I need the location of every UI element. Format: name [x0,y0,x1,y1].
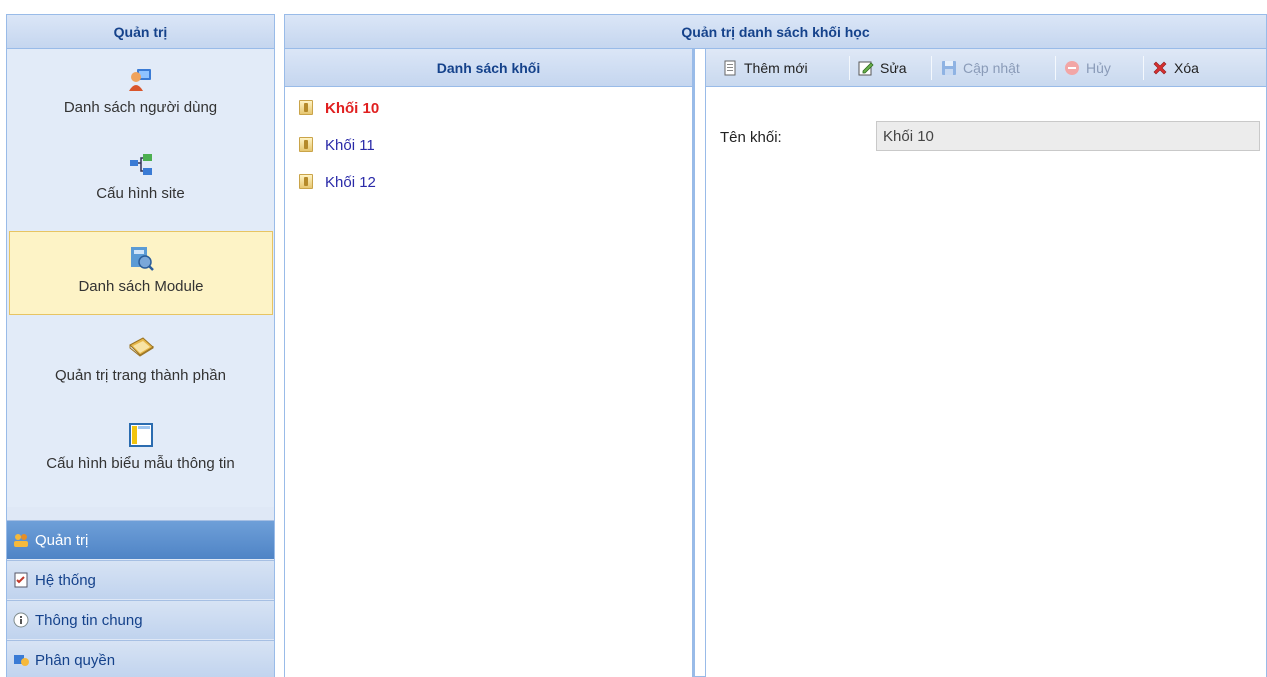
info-icon [13,612,29,628]
main-panel: Quản trị danh sách khối học Danh sách kh… [284,14,1267,677]
cancel-button[interactable]: Hủy [1064,56,1111,80]
grade-name-field[interactable] [876,121,1260,151]
sidebar-item-label: Quản trị trang thành phần [55,367,226,384]
accordion-permissions[interactable]: Phân quyền [7,640,274,677]
edit-label: Sửa [880,60,907,76]
network-icon [129,154,152,175]
sidebar-item-users[interactable]: Danh sách người dùng [7,65,274,116]
toolbar-separator [931,56,932,80]
delete-button[interactable]: Xóa [1152,56,1199,80]
sidebar-item-label: Danh sách Module [78,278,204,295]
admin-group-icon [14,534,28,547]
delete-label: Xóa [1174,60,1199,76]
sidebar-title: Quản trị [7,15,274,49]
folder-icon [299,174,313,189]
toolbar-separator [1055,56,1056,80]
checklist-icon [14,572,28,588]
users-icon [128,69,151,91]
accordion-label: Thông tin chung [35,612,143,629]
update-button[interactable]: Cập nhật [941,56,1020,80]
sidebar-item-info-forms[interactable]: Cấu hình biểu mẫu thông tin [7,421,274,472]
sidebar-item-site-config[interactable]: Cấu hình site [7,151,274,202]
grade-detail-panel: Thêm mới Sửa Cập nhật Hủy Xóa Tên khối: … [705,49,1266,677]
accordion-system[interactable]: Hệ thống [7,560,274,599]
grade-label: Khối 10 [325,100,380,117]
page-title: Quản trị danh sách khối học [285,15,1266,49]
cancel-label: Hủy [1086,60,1111,76]
edit-icon [858,61,874,76]
permission-icon [14,655,29,666]
sidebar-item-label: Cấu hình site [96,185,185,202]
new-document-icon [724,60,736,76]
add-button[interactable]: Thêm mới [722,56,808,80]
toolbar: Thêm mới Sửa Cập nhật Hủy Xóa [706,49,1266,87]
sidebar-item-label: Cấu hình biểu mẫu thông tin [46,455,235,472]
grade-list-item[interactable]: Khối 10 [299,98,379,120]
folder-icon [299,100,313,115]
grade-list-item[interactable]: Khối 11 [299,135,375,157]
book-icon [128,337,154,357]
module-icon [131,247,154,271]
accordion-label: Hệ thống [35,572,96,589]
grade-list-panel: Danh sách khối Khối 10 Khối 11 Khối 12 [285,49,695,677]
toolbar-separator [1143,56,1144,80]
form-icon [128,423,153,447]
sidebar-item-module-list[interactable]: Danh sách Module [9,231,273,315]
accordion-admin[interactable]: Quản trị [7,520,274,559]
sidebar-menu: Danh sách người dùng Cấu hình site Danh … [7,49,274,507]
accordion-label: Phân quyền [35,652,116,669]
grade-label: Khối 11 [325,137,375,154]
grade-list-item[interactable]: Khối 12 [299,172,376,194]
update-label: Cập nhật [963,60,1020,76]
toolbar-separator [849,56,850,80]
folder-icon [299,137,313,152]
sidebar-item-label: Danh sách người dùng [63,99,218,116]
grade-label: Khối 12 [325,174,376,191]
stop-icon [1065,61,1079,75]
grade-name-label: Tên khối: [720,129,782,146]
accordion-general-info[interactable]: Thông tin chung [7,600,274,639]
sidebar: Quản trị Danh sách người dùng Cấu hình s… [6,14,275,677]
sidebar-item-component-pages[interactable]: Quản trị trang thành phần [7,333,274,384]
grade-list-title: Danh sách khối [285,49,692,87]
edit-button[interactable]: Sửa [858,56,907,80]
save-icon [942,61,956,75]
delete-icon [1153,61,1167,75]
add-label: Thêm mới [744,60,808,76]
accordion-label: Quản trị [35,532,89,549]
